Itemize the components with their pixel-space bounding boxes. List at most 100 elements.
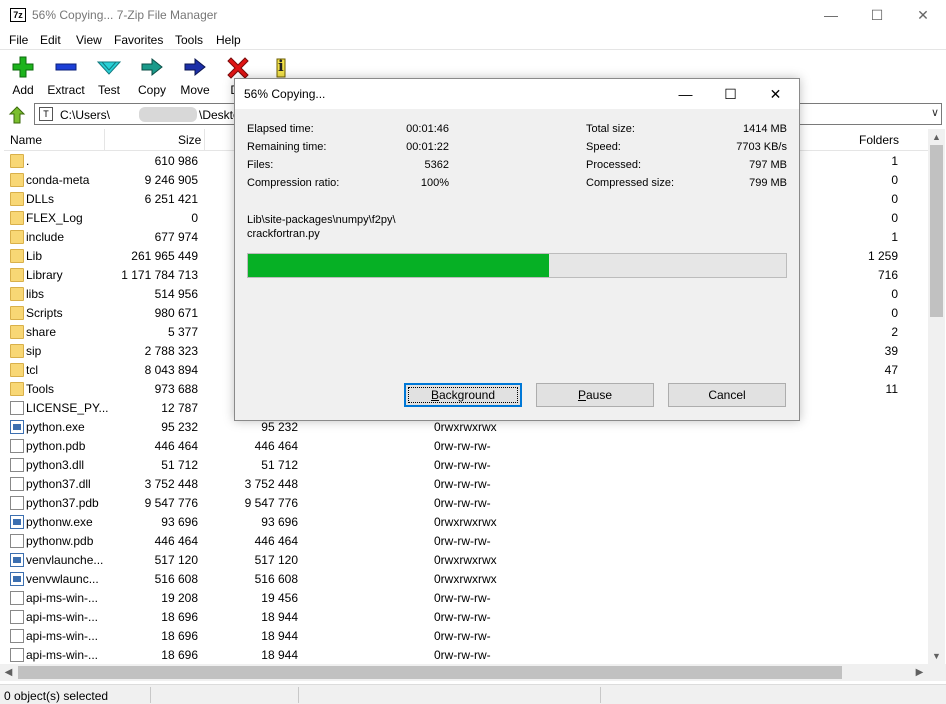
vertical-scroll-thumb[interactable] [930, 145, 943, 317]
vertical-scrollbar[interactable]: ▲ ▼ [928, 129, 945, 664]
file-icon [10, 496, 24, 510]
maximize-button[interactable]: ☐ [854, 0, 900, 30]
exe-icon [10, 553, 24, 567]
extract-button[interactable]: Extract [44, 55, 88, 99]
pause-button[interactable]: Pause [536, 383, 654, 407]
horizontal-scrollbar[interactable]: ◀ ▶ [0, 664, 928, 681]
file-icon [10, 629, 24, 643]
selection-status: 0 object(s) selected [4, 689, 109, 703]
file-name: venvlaunche... [26, 553, 104, 567]
move-arrow-icon [182, 55, 208, 79]
exe-icon [10, 420, 24, 434]
table-row[interactable]: api-ms-win-... 18 696 18 944 0rw-rw-rw- [4, 627, 928, 646]
file-name: Scripts [26, 306, 63, 320]
test-button[interactable]: Test [87, 55, 131, 99]
current-file-path: Lib\site-packages\numpy\f2py\ [247, 214, 396, 226]
folder-icon [10, 344, 24, 358]
menu-tools[interactable]: Tools [175, 33, 203, 47]
table-row[interactable]: python.pdb 446 464 446 464 0rw-rw-rw- [4, 437, 928, 456]
speed-value: 7703 KB/s [736, 141, 787, 153]
add-button[interactable]: Add [1, 55, 45, 99]
dialog-close-button[interactable]: ✕ [753, 79, 798, 109]
file-size: 0 [191, 211, 198, 225]
menu-favorites[interactable]: Favorites [114, 33, 163, 47]
file-packed-size: 446 464 [254, 534, 298, 548]
file-size: 5 377 [167, 325, 198, 339]
table-row[interactable]: python3.dll 51 712 51 712 0rw-rw-rw- [4, 456, 928, 475]
scroll-right-icon[interactable]: ▶ [911, 664, 928, 681]
scrollbar-corner [928, 664, 946, 681]
table-row[interactable]: python37.dll 3 752 448 3 752 448 0rw-rw-rw- [4, 475, 928, 494]
folder-up-icon[interactable] [6, 105, 28, 125]
file-size: 3 752 448 [144, 477, 198, 491]
cancel-button[interactable]: Cancel [668, 383, 786, 407]
close-button[interactable]: ✕ [900, 0, 946, 30]
dialog-title: 56% Copying... [244, 87, 326, 101]
file-icon [10, 458, 24, 472]
processed-value: 797 MB [749, 159, 787, 171]
background-button[interactable]: Background [404, 383, 522, 407]
table-row[interactable]: python37.pdb 9 547 776 9 547 776 0rw-rw-rw- [4, 494, 928, 513]
copy-button[interactable]: Copy [130, 55, 174, 99]
table-row[interactable]: pythonw.exe 93 696 93 696 0rwxrwxrwx [4, 513, 928, 532]
copy-progress-dialog: 56% Copying... — ☐ ✕ Elapsed time: 00:01… [234, 78, 800, 421]
table-row[interactable]: api-ms-win-... 19 208 19 456 0rw-rw-rw- [4, 589, 928, 608]
file-name: api-ms-win-... [26, 610, 99, 624]
column-separator[interactable] [204, 129, 205, 151]
column-size[interactable]: Size [178, 133, 201, 147]
file-name: Tools [26, 382, 55, 396]
table-row[interactable]: venvwlaunc... 516 608 516 608 0rwxrwxrwx [4, 570, 928, 589]
minimize-button[interactable]: — [808, 0, 854, 30]
table-row[interactable]: api-ms-win-... 18 696 18 944 0rw-rw-rw- [4, 646, 928, 664]
menu-help[interactable]: Help [216, 33, 241, 47]
file-attributes: 0rwxrwxrwx [434, 420, 497, 434]
file-icon [10, 648, 24, 662]
title-bar: 7z 56% Copying... 7-Zip File Manager — ☐… [0, 0, 946, 30]
file-folders-count: 0 [891, 192, 898, 206]
file-attributes: 0rw-rw-rw- [434, 591, 491, 605]
folder-icon [10, 192, 24, 206]
scroll-left-icon[interactable]: ◀ [0, 664, 17, 681]
table-row[interactable]: venvlaunche... 517 120 517 120 0rwxrwxrwx [4, 551, 928, 570]
file-name: api-ms-win-... [26, 629, 99, 643]
file-icon [10, 591, 24, 605]
menu-edit[interactable]: Edit [40, 33, 61, 47]
add-label: Add [12, 83, 34, 97]
file-name: sip [26, 344, 42, 358]
file-name: DLLs [26, 192, 55, 206]
dialog-maximize-button[interactable]: ☐ [708, 79, 753, 109]
file-icon [10, 534, 24, 548]
file-attributes: 0rw-rw-rw- [434, 439, 491, 453]
move-button[interactable]: Move [173, 55, 217, 99]
folder-icon [10, 249, 24, 263]
column-separator[interactable] [104, 129, 105, 151]
file-name: python.exe [26, 420, 85, 434]
scroll-down-icon[interactable]: ▼ [928, 648, 945, 664]
scroll-up-icon[interactable]: ▲ [928, 129, 945, 145]
file-folders-count: 1 259 [867, 249, 898, 263]
plus-icon [10, 55, 36, 79]
folder-icon [10, 173, 24, 187]
chevron-down-icon[interactable]: ∨ [931, 106, 939, 119]
file-packed-size: 18 944 [261, 610, 298, 624]
status-divider [600, 687, 601, 703]
file-size: 19 208 [161, 591, 198, 605]
table-row[interactable]: pythonw.pdb 446 464 446 464 0rw-rw-rw- [4, 532, 928, 551]
folder-icon [10, 154, 24, 168]
file-folders-count: 11 [885, 382, 898, 396]
table-row[interactable]: api-ms-win-... 18 696 18 944 0rw-rw-rw- [4, 608, 928, 627]
file-name: tcl [26, 363, 38, 377]
column-name[interactable]: Name [10, 133, 42, 147]
horizontal-scroll-thumb[interactable] [18, 666, 842, 679]
file-name: LICENSE_PY... [26, 401, 109, 415]
column-folders[interactable]: Folders [859, 133, 899, 147]
file-size: 9 547 776 [144, 496, 198, 510]
focus-rectangle [408, 387, 518, 403]
dialog-minimize-button[interactable]: — [663, 79, 708, 109]
menu-view[interactable]: View [76, 33, 102, 47]
file-size: 514 956 [154, 287, 198, 301]
file-folders-count: 716 [877, 268, 898, 282]
compression-ratio-label: Compression ratio: [247, 177, 340, 189]
file-name: api-ms-win-... [26, 591, 99, 605]
menu-file[interactable]: File [9, 33, 28, 47]
